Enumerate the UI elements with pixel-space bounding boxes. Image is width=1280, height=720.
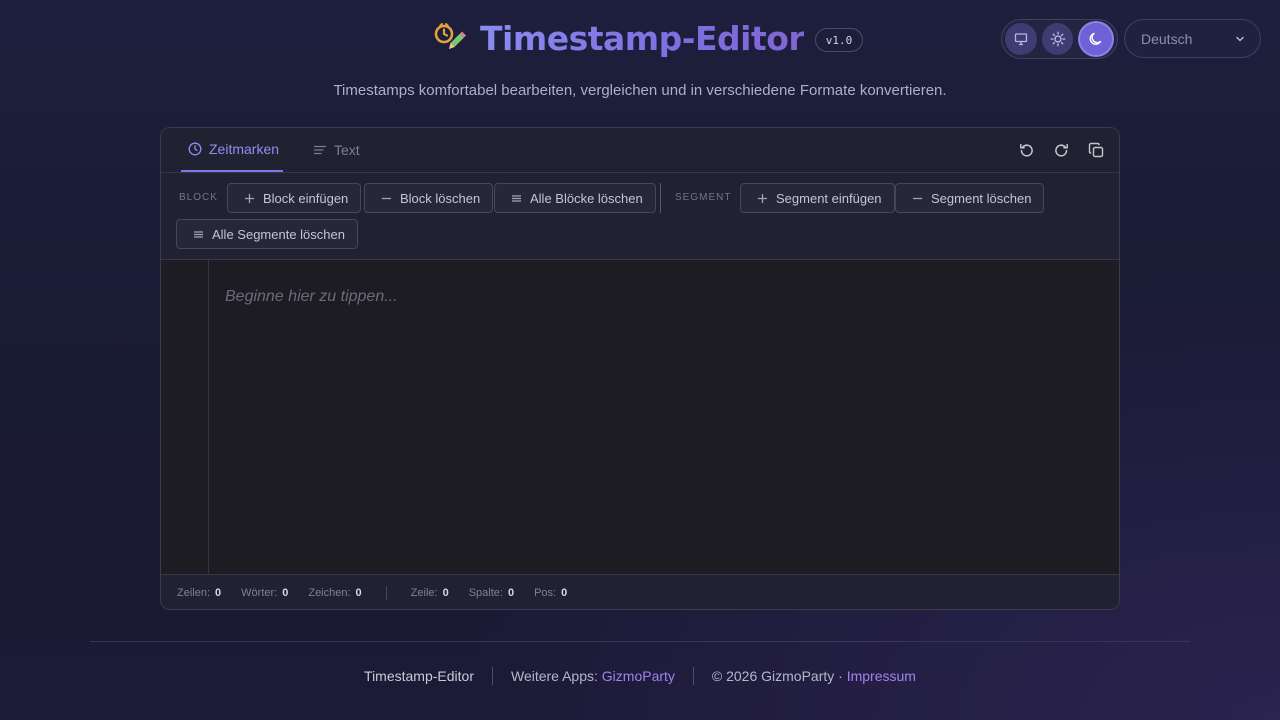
plus-icon — [755, 193, 769, 204]
version-badge: v1.0 — [815, 28, 863, 52]
stat-label: Pos: — [534, 586, 557, 599]
text-lines-icon — [313, 145, 327, 155]
button-label: Segment einfügen — [776, 190, 882, 206]
block-group-label: BLOCK — [179, 192, 218, 203]
status-bar: Zeilen: 0 Wörter: 0 Zeichen: 0 Zeile: 0 Spal… — [161, 574, 1119, 609]
language-value: Deutsch — [1141, 30, 1193, 47]
redo-button[interactable] — [1052, 140, 1070, 160]
stat-words: Wörter: 0 — [241, 587, 288, 599]
footer: Timestamp-Editor Weitere Apps: GizmoPart… — [0, 667, 1280, 685]
copy-icon — [1088, 142, 1103, 157]
stat-value: 0 — [507, 586, 515, 599]
editor-area[interactable]: Beginne hier zu tippen... — [161, 260, 1119, 574]
stat-label: Wörter: — [241, 586, 278, 599]
theme-light-button[interactable] — [1041, 23, 1074, 55]
sun-icon — [1050, 31, 1065, 47]
tab-text[interactable]: Text — [313, 128, 360, 172]
footer-app-name: Timestamp-Editor — [364, 668, 474, 684]
stat-row: Zeile: 0 — [411, 587, 449, 599]
button-label: Block einfügen — [263, 190, 349, 206]
undo-icon — [1019, 143, 1033, 156]
header: Timestamp-Editor v1.0 Deutsch Timestamps — [0, 0, 1280, 99]
block-delete-button[interactable]: Block löschen — [364, 183, 494, 213]
gizmoparty-link[interactable]: GizmoParty — [602, 668, 675, 684]
stat-chars: Zeichen: 0 — [308, 587, 361, 599]
stat-col: Spalte: 0 — [469, 587, 514, 599]
stat-value: 0 — [282, 586, 289, 599]
plus-icon — [242, 193, 256, 204]
moon-icon — [1089, 32, 1102, 45]
tab-zeitmarken[interactable]: Zeitmarken — [181, 128, 283, 172]
footer-copyright: © 2026 GizmoParty · — [711, 668, 843, 684]
theme-switcher — [1001, 19, 1118, 59]
page-subtitle: Timestamps komfortabel bearbeiten, vergl… — [333, 82, 947, 99]
undo-button[interactable] — [1017, 140, 1035, 160]
minus-icon — [910, 193, 924, 204]
impressum-link[interactable]: Impressum — [847, 668, 916, 684]
segment-delete-button[interactable]: Segment löschen — [895, 183, 1045, 213]
line-number-gutter — [161, 260, 209, 574]
stat-value: 0 — [215, 586, 222, 599]
block-insert-button[interactable]: Block einfügen — [227, 183, 362, 213]
tab-label: Zeitmarken — [209, 141, 280, 157]
list-icon — [191, 229, 205, 240]
editor-card: Zeitmarken Text BLOCK Block einfügen Blo… — [160, 127, 1120, 610]
button-label: Alle Segmente löschen — [212, 226, 345, 242]
editor-placeholder: Beginne hier zu tippen... — [225, 288, 398, 305]
stat-label: Spalte: — [468, 586, 503, 599]
stat-label: Zeichen: — [308, 586, 351, 599]
status-divider — [385, 585, 387, 600]
clock-pencil-icon — [434, 23, 466, 49]
monitor-icon — [1014, 33, 1027, 46]
stat-label: Zeilen: — [177, 586, 211, 599]
tab-bar: Zeitmarken Text — [161, 128, 1119, 173]
clock-icon — [188, 142, 202, 156]
app-title: Timestamp-Editor — [480, 18, 805, 58]
segment-group-label: SEGMENT — [675, 192, 732, 203]
block-delete-all-button[interactable]: Alle Blöcke löschen — [494, 183, 656, 213]
minus-icon — [379, 193, 393, 204]
stat-pos: Pos: 0 — [534, 587, 567, 599]
footer-separator — [491, 667, 493, 685]
list-icon — [509, 193, 523, 204]
stat-value: 0 — [561, 586, 568, 599]
toolbar-divider — [660, 183, 661, 213]
button-label: Block löschen — [400, 190, 481, 206]
stat-label: Zeile: — [410, 586, 438, 599]
stat-value: 0 — [442, 586, 449, 599]
footer-divider — [90, 641, 1190, 642]
editor-toolbar: BLOCK Block einfügen Block löschen Alle … — [161, 173, 1119, 260]
button-label: Segment löschen — [931, 190, 1032, 206]
button-label: Alle Blöcke löschen — [530, 190, 643, 206]
footer-more-apps-label: Weitere Apps: — [510, 668, 598, 684]
segment-delete-all-button[interactable]: Alle Segmente löschen — [176, 219, 358, 249]
tab-label: Text — [334, 142, 360, 158]
stat-lines: Zeilen: 0 — [177, 587, 221, 599]
stat-value: 0 — [355, 586, 362, 599]
language-select[interactable]: Deutsch — [1124, 19, 1261, 58]
copy-button[interactable] — [1087, 140, 1105, 160]
theme-dark-button[interactable] — [1078, 21, 1115, 57]
redo-icon — [1054, 143, 1068, 156]
footer-separator — [692, 667, 694, 685]
segment-insert-button[interactable]: Segment einfügen — [740, 183, 895, 213]
chevron-down-icon — [1236, 36, 1244, 41]
brand: Timestamp-Editor — [432, 14, 805, 62]
theme-system-button[interactable] — [1005, 23, 1037, 55]
editor-actions — [1017, 140, 1105, 160]
